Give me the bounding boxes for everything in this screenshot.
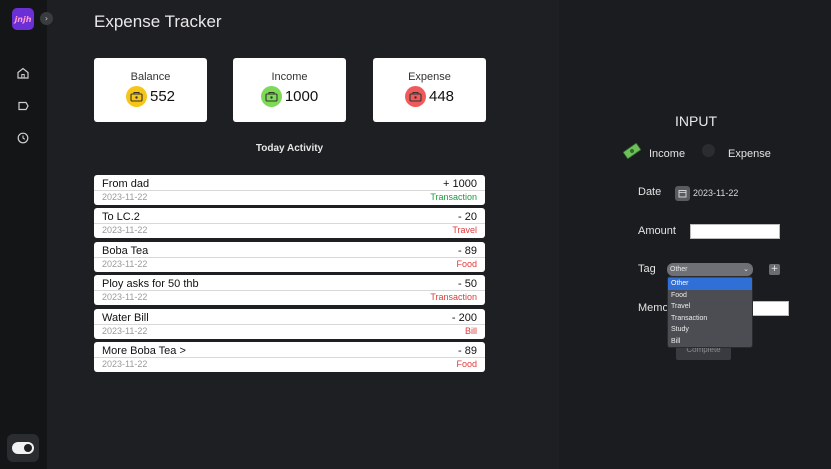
divider bbox=[94, 256, 485, 258]
memo-input[interactable] bbox=[751, 301, 789, 316]
item-title: To LC.2 bbox=[102, 211, 140, 224]
expense-radio-label[interactable]: Expense bbox=[728, 148, 771, 160]
app-logo[interactable]: jnjh bbox=[12, 8, 34, 30]
calendar-button[interactable] bbox=[675, 186, 690, 201]
tag-option-study[interactable]: Study bbox=[668, 324, 752, 336]
history-icon[interactable] bbox=[16, 131, 30, 145]
income-label: Income bbox=[271, 71, 308, 83]
expense-radio[interactable] bbox=[702, 144, 715, 157]
item-category: Transaction bbox=[430, 292, 477, 303]
add-tag-button[interactable]: + bbox=[769, 264, 780, 275]
home-icon[interactable] bbox=[16, 66, 30, 80]
item-category: Bill bbox=[464, 325, 477, 336]
chevron-down-icon: ⌄ bbox=[743, 266, 749, 273]
tag-option-food[interactable]: Food bbox=[668, 290, 752, 302]
chevron-right-icon: › bbox=[44, 14, 49, 23]
logo-text: jnjh bbox=[14, 14, 32, 24]
item-category: Food bbox=[456, 258, 477, 269]
tag-select[interactable]: Other ⌄ bbox=[667, 263, 753, 276]
list-item[interactable]: More Boba Tea > 2023-11-22 - 89 Food bbox=[94, 341, 485, 372]
item-title: Ploy asks for 50 thb bbox=[102, 278, 199, 291]
list-item[interactable]: Ploy asks for 50 thb 2023-11-22 - 50 Tra… bbox=[94, 275, 485, 306]
item-amount: - 89 bbox=[458, 244, 477, 257]
divider bbox=[94, 290, 485, 292]
tag-option-travel[interactable]: Travel bbox=[668, 301, 752, 313]
sidebar: jnjh › bbox=[0, 0, 53, 469]
list-item[interactable]: To LC.2 2023-11-22 - 20 Travel bbox=[94, 208, 485, 239]
item-category: Food bbox=[456, 358, 477, 369]
item-date: 2023-11-22 bbox=[102, 192, 148, 202]
item-category: Travel bbox=[452, 225, 477, 236]
activity-list: From dad 2023-11-22 + 1000 Transaction T… bbox=[94, 175, 485, 375]
balance-card: Balance 552 bbox=[94, 58, 207, 122]
balance-value: 552 bbox=[149, 88, 176, 105]
expense-card: Expense 448 bbox=[373, 58, 486, 122]
list-item[interactable]: From dad 2023-11-22 + 1000 Transaction bbox=[94, 175, 485, 205]
balance-label: Balance bbox=[130, 71, 171, 83]
toggle-knob bbox=[24, 444, 32, 452]
theme-toggle[interactable] bbox=[7, 434, 39, 462]
income-wallet-icon bbox=[260, 86, 282, 107]
item-amount: - 89 bbox=[458, 344, 477, 357]
item-title: More Boba Tea > bbox=[102, 344, 186, 357]
tag-icon[interactable] bbox=[16, 99, 30, 113]
input-panel-title: INPUT bbox=[675, 113, 717, 129]
divider bbox=[94, 223, 485, 225]
item-amount: - 200 bbox=[451, 311, 477, 324]
tag-option-bill[interactable]: Bill bbox=[668, 336, 752, 348]
tag-dropdown: Other Food Travel Transaction Study Bill bbox=[667, 276, 753, 348]
toggle-icon bbox=[12, 442, 34, 454]
divider bbox=[94, 190, 485, 191]
divider bbox=[94, 356, 485, 358]
tag-label: Tag bbox=[638, 263, 656, 275]
page-title: Expense Tracker bbox=[94, 12, 222, 31]
income-card: Income 1000 bbox=[233, 58, 346, 122]
tag-option-transaction[interactable]: Transaction bbox=[668, 313, 752, 325]
expense-wallet-icon bbox=[404, 86, 426, 107]
item-amount: - 20 bbox=[458, 211, 477, 224]
list-item[interactable]: Water Bill 2023-11-22 - 200 Bill bbox=[94, 308, 485, 339]
item-amount: - 50 bbox=[458, 278, 477, 291]
today-activity-heading: Today Activity bbox=[255, 143, 324, 154]
tag-selected-value: Other bbox=[670, 266, 688, 273]
item-category: Transaction bbox=[430, 192, 477, 202]
income-radio-label[interactable]: Income bbox=[649, 148, 685, 160]
date-value[interactable]: 2023-11-22 bbox=[693, 188, 738, 198]
money-icon[interactable] bbox=[623, 143, 641, 159]
item-title: Water Bill bbox=[102, 311, 149, 324]
item-date: 2023-11-22 bbox=[102, 325, 148, 336]
app-window: jnjh › Expense Tracker Balance 552 Incom… bbox=[0, 0, 831, 469]
item-date: 2023-11-22 bbox=[102, 358, 148, 369]
item-title: From dad bbox=[102, 178, 150, 190]
item-amount: + 1000 bbox=[443, 178, 477, 190]
item-date: 2023-11-22 bbox=[102, 258, 148, 269]
item-date: 2023-11-22 bbox=[102, 292, 148, 303]
item-date: 2023-11-22 bbox=[102, 225, 148, 236]
date-label: Date bbox=[638, 186, 662, 198]
income-value: 1000 bbox=[284, 88, 319, 105]
tag-option-other[interactable]: Other bbox=[668, 278, 752, 290]
amount-input[interactable] bbox=[690, 224, 780, 239]
plus-icon: + bbox=[770, 264, 779, 274]
amount-label: Amount bbox=[638, 225, 676, 237]
divider bbox=[94, 323, 485, 325]
item-title: Boba Tea bbox=[102, 244, 149, 257]
expense-label: Expense bbox=[408, 71, 451, 83]
list-item[interactable]: Boba Tea 2023-11-22 - 89 Food bbox=[94, 241, 485, 272]
balance-wallet-icon bbox=[125, 86, 147, 107]
memo-label: Memo bbox=[638, 302, 669, 314]
expense-value: 448 bbox=[428, 88, 455, 105]
sidebar-expand-button[interactable]: › bbox=[40, 12, 53, 25]
calendar-icon bbox=[678, 190, 687, 198]
